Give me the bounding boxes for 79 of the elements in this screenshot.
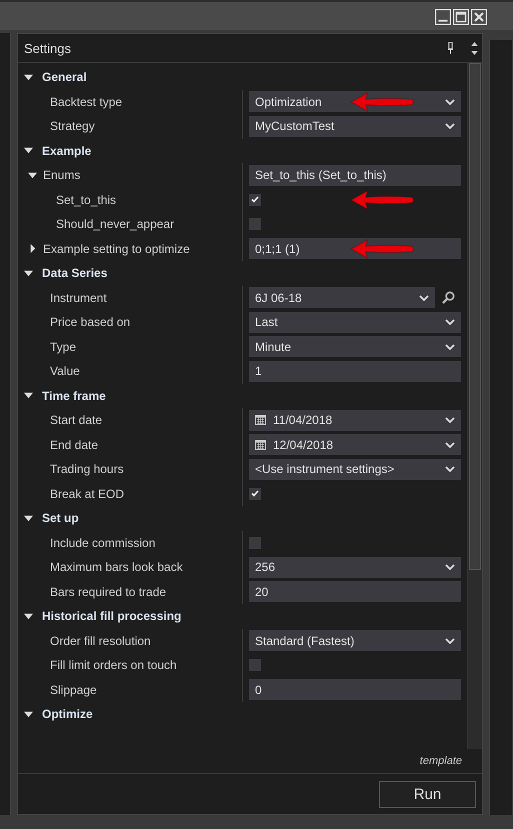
section-title: Time frame — [42, 388, 106, 403]
panel-title: Settings — [24, 40, 72, 56]
setting-label: Order fill resolution — [50, 634, 151, 648]
chevron-icon — [445, 319, 455, 326]
section-title: Example — [42, 144, 92, 158]
date-picker[interactable]: 11/04/2018 — [249, 410, 461, 431]
dropdown[interactable]: Last — [249, 312, 461, 333]
chevron-icon — [445, 417, 455, 424]
setting-label: Include commission — [50, 536, 156, 550]
dropdown[interactable]: 6J 06-18 — [249, 287, 435, 308]
dropdown[interactable]: MyCustomTest — [249, 116, 461, 137]
setting-label: Value — [50, 364, 80, 378]
chevron-icon — [419, 294, 429, 301]
setting-label: Slippage — [50, 682, 97, 697]
collapse-icon[interactable] — [24, 72, 33, 82]
collapse-icon[interactable] — [24, 391, 33, 400]
chevron-icon — [445, 564, 455, 570]
setting-label: Example setting to optimize — [43, 242, 190, 256]
setting-label: Should_never_appear — [56, 217, 174, 232]
dropdown[interactable]: <Use instrument settings> — [249, 458, 461, 480]
setting-label: Backtest type — [50, 94, 122, 109]
input-field[interactable]: 1 — [249, 360, 461, 382]
setting-label: Start date — [50, 413, 102, 428]
section-title: Data Series — [42, 266, 108, 280]
checkbox[interactable] — [249, 536, 261, 549]
section-title: General — [42, 70, 87, 84]
section-title: Set up — [42, 511, 79, 526]
close-icon[interactable] — [471, 9, 487, 25]
pin-icon[interactable] — [448, 42, 453, 54]
date-picker[interactable]: 12/04/2018 — [249, 434, 461, 456]
collapse-icon[interactable] — [24, 612, 33, 621]
checkbox[interactable] — [249, 194, 261, 206]
collapse-icon[interactable] — [24, 514, 33, 523]
input-field[interactable]: 0 — [249, 679, 461, 700]
setting-label: Type — [50, 340, 76, 354]
checkbox[interactable] — [249, 488, 261, 500]
setting-label: Price based on — [50, 315, 130, 330]
input-field[interactable]: Set_to_this (Set_to_this) — [249, 164, 461, 186]
checkbox[interactable] — [249, 659, 261, 672]
template-label: template — [420, 755, 462, 767]
checkbox[interactable] — [249, 218, 261, 230]
setting-label: Break at EOD — [50, 486, 124, 501]
setting-label: Strategy — [50, 119, 95, 134]
chevron-icon — [445, 123, 455, 130]
scroll-down-icon[interactable] — [470, 50, 478, 54]
run-button[interactable]: Run — [379, 780, 476, 808]
check-icon — [251, 196, 259, 204]
expand-icon[interactable] — [28, 244, 37, 254]
dropdown[interactable]: Standard (Fastest) — [249, 630, 461, 652]
section-title: Historical fill processing — [42, 609, 182, 624]
setting-label: Instrument — [50, 290, 107, 305]
check-icon — [251, 490, 259, 498]
setting-label: Bars required to trade — [50, 584, 166, 599]
setting-label: Set_to_this — [56, 192, 116, 207]
collapse-icon[interactable] — [28, 170, 37, 180]
section-title: Optimize — [42, 707, 93, 722]
maximize-icon[interactable] — [453, 9, 469, 25]
setting-label: Trading hours — [50, 462, 124, 476]
dropdown[interactable]: Minute — [249, 336, 461, 358]
chevron-icon — [445, 638, 455, 644]
collapse-icon[interactable] — [24, 268, 33, 278]
scroll-up-icon[interactable] — [470, 42, 478, 46]
calendar-icon — [255, 440, 266, 450]
input-field[interactable]: 20 — [249, 581, 461, 602]
collapse-icon[interactable] — [24, 710, 33, 719]
scrollbar-thumb[interactable] — [469, 63, 481, 570]
minimize-icon[interactable] — [435, 9, 451, 25]
chevron-icon — [445, 466, 455, 472]
search-icon[interactable] — [442, 291, 455, 304]
setting-label: Maximum bars look back — [50, 560, 183, 574]
chevron-icon — [445, 442, 455, 448]
chevron-icon — [445, 98, 455, 105]
chevron-icon — [445, 344, 455, 350]
setting-label: Enums — [43, 168, 80, 182]
setting-label: End date — [50, 438, 98, 452]
calendar-icon — [255, 415, 266, 426]
collapse-icon[interactable] — [24, 146, 33, 156]
dropdown[interactable]: 256 — [249, 556, 461, 578]
setting-label: Fill limit orders on touch — [50, 658, 177, 672]
